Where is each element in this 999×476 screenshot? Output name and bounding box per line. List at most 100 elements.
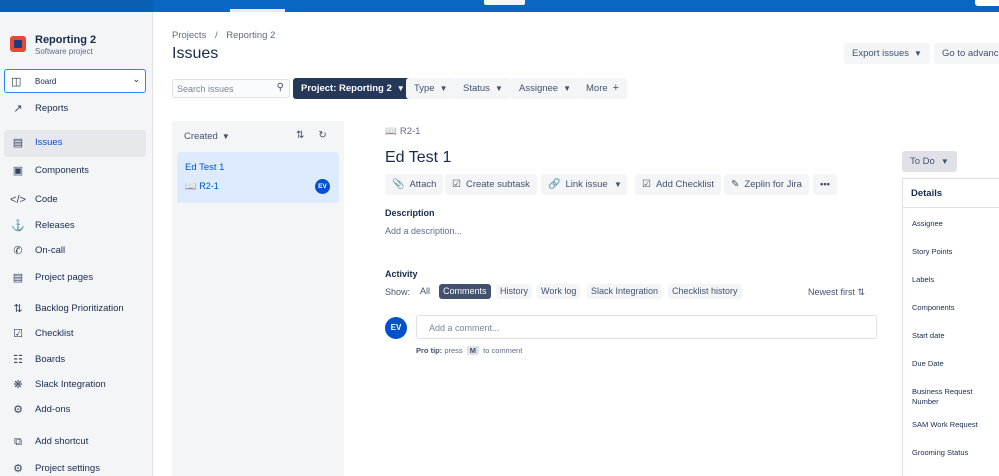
slack-icon: ❋ [13, 379, 23, 391]
breadcrumb-projects-link[interactable]: Projects [172, 30, 206, 41]
activity-tab-slack-integration[interactable]: Slack Integration [587, 284, 663, 299]
refresh-icon[interactable]: ↻ [318, 130, 326, 141]
chevron-down-icon: ▼ [494, 84, 503, 93]
board-select[interactable]: ◫ Board ⌄ [4, 69, 146, 93]
board-select-label: Board [35, 77, 57, 86]
chart-line-icon: ↗ [13, 103, 23, 115]
sidebar-item-label: Releases [35, 220, 75, 231]
sidebar-item-backlog-prioritization[interactable]: ⇅ Backlog Prioritization [4, 296, 146, 323]
assignee-filter-button[interactable]: Assignee ▼ [511, 78, 580, 99]
sidebar-item-components[interactable]: ▣ Components [4, 158, 146, 185]
chevron-down-icon: ▼ [614, 180, 622, 189]
activity-show-label: Show: [385, 287, 411, 297]
sidebar-item-label: On-call [35, 245, 66, 256]
activity-label: Activity [385, 269, 418, 279]
activity-tab-comments[interactable]: Comments [439, 284, 491, 299]
details-title[interactable]: Details [911, 188, 942, 199]
sidebar-item-add-shortcut[interactable]: ⧉ Add shortcut [4, 429, 146, 456]
field-label-start-date: Start date [912, 331, 945, 340]
sidebar-item-slack-integration[interactable]: ❋ Slack Integration [4, 372, 146, 399]
field-label-grooming-status: Grooming Status [912, 448, 969, 457]
sidebar-item-checklist[interactable]: ☑ Checklist [4, 321, 146, 348]
sort-order-icon[interactable]: ⇅ [296, 130, 304, 141]
sidebar-item-reports[interactable]: ↗ Reports [4, 96, 146, 123]
keyboard-shortcut-key: M [466, 346, 480, 355]
sidebar-item-project-pages[interactable]: ▤ Project pages [4, 265, 146, 292]
zeplin-button[interactable]: ✎ Zeplin for Jira [724, 174, 809, 195]
zeplin-icon: ✎ [731, 179, 740, 190]
attach-button[interactable]: 📎 Attach [385, 174, 444, 195]
type-filter-button[interactable]: Type ▼ [406, 78, 456, 99]
list-item[interactable]: Ed Test 1 📖 R2-1 EV [177, 152, 339, 203]
advanced-search-button[interactable]: Go to advance [934, 43, 999, 64]
chevron-down-icon: ▼ [439, 84, 448, 93]
sidebar-item-boards[interactable]: ☷ Boards [4, 347, 146, 374]
activity-tab-all[interactable]: All [416, 284, 434, 299]
settings-icon: ⚙ [13, 463, 23, 475]
issue-list-panel: Created ▼ ⇅ ↻ Ed Test 1 📖 R2-1 EV [172, 121, 344, 476]
activity-tab-checklist-history[interactable]: Checklist history [668, 284, 742, 299]
breadcrumb-project-link[interactable]: Reporting 2 [226, 30, 275, 41]
sidebar-item-code[interactable]: </> Code [4, 187, 146, 214]
link-issue-label: Link issue [565, 179, 608, 190]
breadcrumb-separator: / [214, 30, 218, 41]
top-bar-left-area [0, 0, 153, 12]
avatar: EV [315, 179, 330, 194]
add-checklist-button[interactable]: ☑ Add Checklist [635, 174, 722, 195]
more-filters-button[interactable]: More + [578, 78, 628, 99]
type-filter-label: Type [414, 83, 435, 94]
issue-key-link[interactable]: 📖 R2-1 [385, 126, 420, 137]
components-icon: ▣ [12, 165, 24, 177]
more-actions-button[interactable]: ••• [813, 174, 837, 195]
link-issue-button[interactable]: 🔗 Link issue [541, 174, 615, 195]
top-search-field[interactable] [975, 0, 999, 6]
activity-tab-history[interactable]: History [496, 284, 533, 299]
boards-icon: ☷ [13, 354, 23, 366]
sidebar-item-project-settings[interactable]: ⚙ Project settings [4, 456, 146, 476]
create-button[interactable] [484, 0, 525, 5]
status-dropdown[interactable]: To Do ▼ [902, 151, 957, 172]
subtask-icon: ☑ [452, 179, 461, 190]
project-name: Reporting 2 [35, 34, 97, 46]
active-top-tab-indicator [230, 9, 285, 12]
chevron-down-icon: ▼ [563, 84, 572, 93]
sidebar-item-label: Checklist [35, 328, 74, 339]
advanced-search-label: Go to advance [942, 48, 999, 59]
sidebar-item-add-ons[interactable]: ⚙ Add-ons [4, 397, 146, 424]
sidebar-item-issues[interactable]: ▤ Issues [4, 130, 146, 157]
chevron-down-icon: ▼ [940, 157, 949, 166]
search-input[interactable]: Search issues ⚲ [172, 79, 290, 98]
sort-icon: ⇅ [13, 303, 23, 315]
top-navigation-bar [0, 0, 999, 12]
issue-card-key-row: 📖 R2-1 [185, 181, 219, 192]
chevron-down-icon: ⌄ [132, 74, 140, 84]
description-label: Description [385, 208, 435, 218]
project-sidebar: Reporting 2 Software project ◫ Board ⌄ ↗… [0, 12, 153, 476]
field-label-assignee: Assignee [912, 219, 943, 228]
phone-icon: ✆ [13, 245, 23, 257]
pro-tip: Pro tip: press M to comment [416, 346, 522, 355]
sidebar-item-label: Slack Integration [35, 379, 106, 390]
status-filter-button[interactable]: Status ▼ [455, 78, 511, 99]
export-issues-button[interactable]: Export issues ▼ [844, 43, 930, 64]
link-issue-dropdown-button[interactable]: ▼ [609, 174, 627, 195]
link-icon: 🔗 [548, 179, 561, 190]
project-filter-button[interactable]: Project: Reporting 2 ▼ [293, 78, 413, 99]
chevron-down-icon: ▼ [914, 49, 922, 58]
details-panel: Details Assignee Story Points Labels Com… [902, 178, 999, 476]
sort-dropdown[interactable]: Created ▼ [184, 131, 230, 142]
sidebar-item-label: Project pages [35, 272, 94, 283]
description-field[interactable]: Add a description... [385, 226, 462, 236]
activity-tab-work-log[interactable]: Work log [537, 284, 581, 299]
comment-input[interactable]: Add a comment... [416, 315, 877, 339]
divider [903, 207, 999, 208]
story-icon: 📖 [385, 126, 397, 137]
chevron-down-icon: ▼ [221, 132, 230, 141]
create-subtask-button[interactable]: ☑ Create subtask [445, 174, 537, 195]
create-subtask-label: Create subtask [465, 179, 530, 190]
sidebar-item-on-call[interactable]: ✆ On-call [4, 238, 146, 265]
sidebar-item-releases[interactable]: ⚓ Releases [4, 213, 146, 240]
issue-title[interactable]: Ed Test 1 [385, 149, 451, 167]
more-icon: ••• [820, 179, 830, 190]
activity-sort-button[interactable]: Newest first ⇅ [808, 287, 865, 298]
